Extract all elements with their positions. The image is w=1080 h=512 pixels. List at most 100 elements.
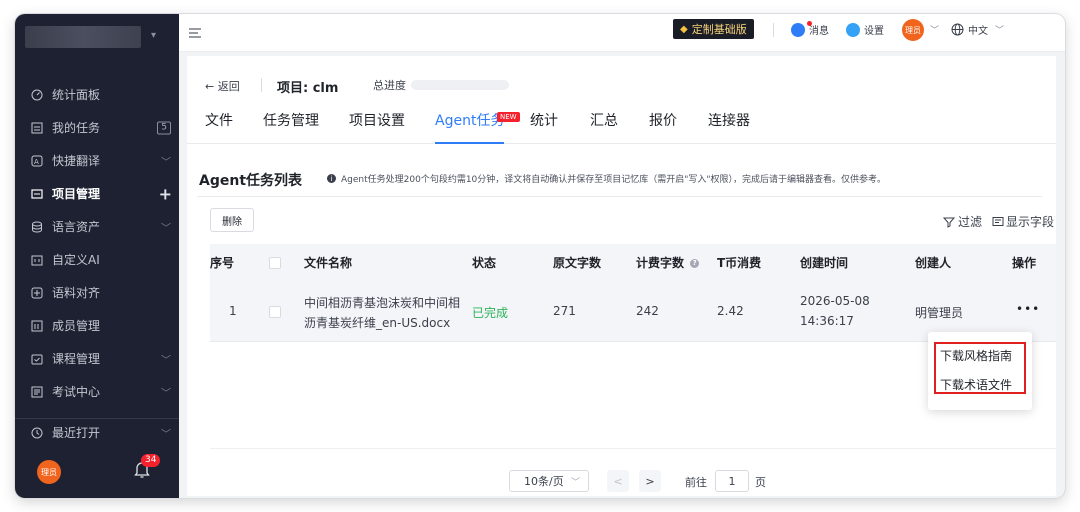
sidebar-item-my-tasks[interactable]: 我的任务 5	[15, 111, 179, 144]
chevron-down-icon[interactable]: ▾	[151, 30, 156, 41]
cell-file-name-line2: 沥青基炭纤维_en-US.docx	[304, 316, 451, 330]
filter-button[interactable]: 过滤	[943, 213, 982, 230]
tab-project-settings[interactable]: 项目设置	[349, 108, 405, 144]
sidebar-item-custom-ai[interactable]: 自定义AI	[15, 243, 179, 276]
column-header-creator: 创建人	[915, 256, 952, 270]
tab-connectors[interactable]: 连接器	[708, 108, 750, 144]
tab-statistics[interactable]: 统计	[530, 108, 558, 144]
gear-icon	[846, 22, 860, 37]
database-icon	[31, 221, 43, 233]
cell-t-coins: 2.42	[717, 304, 744, 318]
logo	[25, 26, 141, 48]
progress-bar	[411, 80, 509, 90]
sidebar-item-label: 最近打开	[52, 426, 101, 440]
menu-item-download-style-guide[interactable]: 下载风格指南	[940, 347, 1012, 364]
sidebar-item-project-management[interactable]: 项目管理 +	[15, 177, 179, 210]
divider	[261, 78, 262, 92]
project-title: 项目: clm	[277, 81, 339, 96]
delete-button[interactable]: 删除	[210, 208, 254, 232]
avatar[interactable]: 理员	[37, 460, 61, 484]
sidebar-item-corpus-align[interactable]: 语料对齐	[15, 276, 179, 309]
sidebar-item-label: 语料对齐	[52, 286, 101, 300]
chevron-down-icon: ﹀	[570, 477, 580, 488]
sidebar-item-members[interactable]: 成员管理	[15, 309, 179, 342]
chevron-down-icon[interactable]: ﹀	[930, 23, 939, 36]
sidebar-item-recent[interactable]: 最近打开 ﹀	[15, 416, 179, 449]
sidebar-item-label: 自定义AI	[52, 253, 100, 267]
message-icon	[791, 22, 805, 37]
next-page-button[interactable]: >	[639, 470, 661, 492]
language-label: 中文	[968, 26, 988, 37]
display-fields-label: 显示字段	[1006, 215, 1055, 229]
settings-button[interactable]: 设置	[846, 22, 884, 37]
page-size-value: 10条/页	[524, 475, 564, 488]
cell-created-time: 14:36:17	[800, 314, 854, 328]
sidebar-item-courses[interactable]: 课程管理 ﹀	[15, 342, 179, 375]
column-header-status: 状态	[472, 256, 497, 270]
language-selector[interactable]: 中文	[951, 22, 988, 37]
folder-icon	[31, 188, 43, 200]
members-icon	[31, 320, 43, 332]
history-icon	[31, 427, 43, 439]
sidebar-item-label: 课程管理	[52, 352, 101, 366]
task-count-badge: 5	[157, 121, 171, 134]
help-icon[interactable]: ?	[690, 259, 700, 268]
chevron-down-icon[interactable]: ﹀	[161, 384, 171, 399]
select-all-checkbox[interactable]	[269, 257, 281, 269]
chevron-down-icon[interactable]: ﹀	[161, 219, 171, 234]
column-header-actions: 操作	[1012, 256, 1037, 270]
tab-files[interactable]: 文件	[205, 108, 233, 144]
translate-icon: A	[31, 155, 43, 167]
unread-dot	[807, 21, 812, 26]
messages-label: 消息	[809, 26, 829, 37]
svg-text:A: A	[34, 158, 39, 166]
notification-badge: 34	[141, 454, 161, 467]
divider	[197, 196, 1042, 197]
more-actions-icon[interactable]: •••	[1016, 302, 1040, 316]
prev-page-button[interactable]: <	[607, 470, 629, 492]
globe-icon	[951, 23, 964, 36]
settings-label: 设置	[864, 26, 884, 37]
user-avatar[interactable]: 理员	[902, 19, 924, 41]
goto-page-input[interactable]: 1	[715, 470, 749, 492]
column-header-index: 序号	[210, 256, 235, 270]
page-suffix: 页	[755, 476, 766, 489]
custom-plan-button[interactable]: ◆ 定制基础版	[673, 19, 754, 39]
menu-item-download-term-file[interactable]: 下载术语文件	[940, 376, 1012, 393]
course-icon	[31, 353, 43, 365]
tab-summary[interactable]: 汇总	[590, 108, 618, 144]
exam-icon	[31, 386, 43, 398]
filter-label: 过滤	[958, 215, 983, 229]
add-icon[interactable]: +	[159, 184, 172, 203]
chevron-down-icon[interactable]: ﹀	[161, 425, 171, 440]
header-divider	[773, 23, 774, 37]
info-icon: i	[327, 174, 336, 183]
cell-index: 1	[229, 304, 237, 318]
column-header-billed-words: 计费字数 ?	[636, 244, 700, 282]
tab-quote[interactable]: 报价	[649, 108, 677, 144]
sidebar-item-label: 快捷翻译	[52, 154, 101, 168]
project-nav: ← 返回 项目: clm 总进度 文件 任务管理 项目设置 Agent任务 NE…	[187, 56, 1056, 144]
chevron-down-icon[interactable]: ﹀	[995, 23, 1004, 36]
menu-toggle-icon[interactable]	[188, 26, 202, 40]
sidebar-item-dashboard[interactable]: 统计面板	[15, 78, 179, 111]
tab-agent-tasks[interactable]: Agent任务	[435, 108, 505, 144]
dashboard-icon	[31, 89, 43, 101]
sidebar-item-language-assets[interactable]: 语言资产 ﹀	[15, 210, 179, 243]
sidebar-item-exam-center[interactable]: 考试中心 ﹀	[15, 375, 179, 408]
cell-source-words: 271	[553, 304, 576, 318]
chevron-down-icon[interactable]: ﹀	[161, 153, 171, 168]
main-content: ← 返回 项目: clm 总进度 文件 任务管理 项目设置 Agent任务 NE…	[187, 56, 1056, 496]
billed-words-label: 计费字数	[636, 256, 685, 270]
page-size-select[interactable]: 10条/页 ﹀	[509, 470, 589, 492]
display-fields-button[interactable]: 显示字段	[992, 213, 1054, 230]
row-checkbox[interactable]	[269, 306, 281, 318]
section-title: Agent任务列表	[199, 173, 303, 189]
tab-task-management[interactable]: 任务管理	[263, 108, 319, 144]
column-header-source-words: 原文字数	[553, 256, 602, 270]
table-header: 序号 文件名称 状态 原文字数 计费字数 ? T币消费 创建时间 创建人 操作	[210, 244, 1056, 282]
back-link[interactable]: ← 返回	[205, 78, 240, 94]
info-message: Agent任务处理200个句段约需10分钟，译文将自动确认并保存至项目记忆库（需…	[341, 175, 887, 185]
chevron-down-icon[interactable]: ﹀	[161, 351, 171, 366]
sidebar-item-quick-translate[interactable]: A 快捷翻译 ﹀	[15, 144, 179, 177]
